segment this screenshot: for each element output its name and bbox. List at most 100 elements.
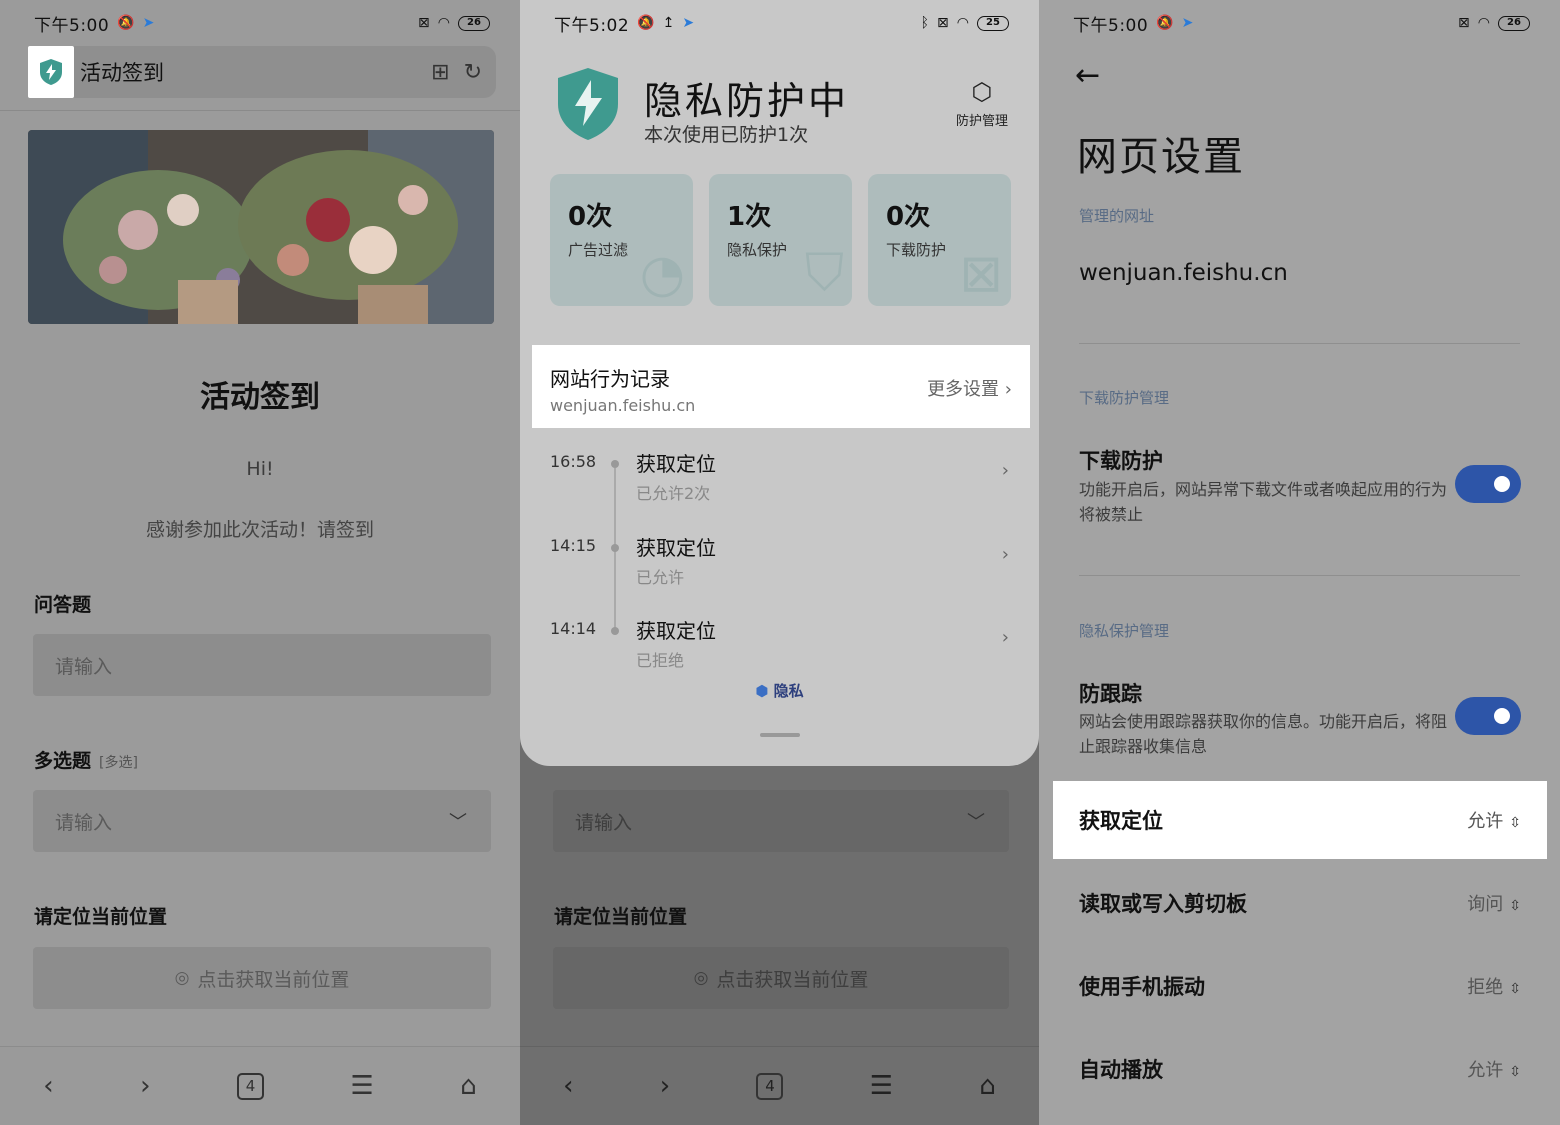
bg-get-location-button: ◎ 点击获取当前位置 bbox=[553, 947, 1009, 1009]
text-answer-input[interactable]: 请输入 bbox=[33, 634, 491, 696]
anti-tracking-desc: 网站会使用跟踪器获取你的信息。功能开启后，将阻止跟踪器收集信息 bbox=[1079, 712, 1448, 756]
bg-dropdown-placeholder: 请输入 bbox=[575, 811, 633, 834]
banner-image bbox=[28, 130, 494, 324]
web-settings-panel: 下午5:00 🔕 ➤ ⊠ ◠ 26 ← 网页设置 管理的网址 wenjuan.fe… bbox=[1039, 0, 1560, 1125]
bluetooth-icon: ᛒ bbox=[920, 15, 930, 31]
chevron-right-icon: › bbox=[1001, 627, 1009, 648]
record-row[interactable]: 16:58 获取定位 已允许2次 › bbox=[520, 448, 1039, 518]
record-name: 获取定位 bbox=[636, 536, 716, 560]
permission-row-autoplay[interactable]: 自动播放 允许 ⇳ bbox=[1053, 1030, 1547, 1108]
battery-icon: 26 bbox=[458, 15, 490, 31]
section-label-privacy: 隐私保护管理 bbox=[1079, 622, 1170, 640]
status-time: 下午5:00 bbox=[1073, 15, 1149, 36]
stat-card-download[interactable]: 0次 下载防护 ⊠ bbox=[868, 174, 1011, 306]
privacy-brand: ⬢ 隐私 bbox=[755, 682, 804, 700]
forward-icon[interactable]: › bbox=[140, 1071, 150, 1101]
stat-card-ads[interactable]: 0次 广告过滤 ◔ bbox=[550, 174, 693, 306]
settings-title: 网页设置 bbox=[1077, 134, 1245, 180]
browser-page-panel: 下午5:00 🔕 ➤ ⊠ ◠ 26 活动签到 ⊞ ↻ 活动签到 Hi! 感谢参加… bbox=[0, 0, 520, 1125]
permission-row-location[interactable]: 获取定位 允许 ⇳ bbox=[1053, 781, 1547, 859]
record-status: 已允许2次 bbox=[636, 484, 711, 503]
permission-name: 使用手机振动 bbox=[1079, 975, 1205, 999]
stat-card-privacy[interactable]: 1次 隐私保护 ⛉ bbox=[709, 174, 852, 306]
managed-domain: wenjuan.feishu.cn bbox=[1079, 260, 1288, 286]
permission-value: 允许 ⇳ bbox=[1467, 811, 1521, 832]
permission-value: 询问 ⇳ bbox=[1467, 894, 1521, 915]
record-row[interactable]: 14:15 获取定位 已允许 › bbox=[520, 532, 1039, 602]
status-time: 下午5:02 bbox=[554, 15, 630, 36]
stat-count: 1次 bbox=[727, 202, 772, 232]
chevron-right-icon: › bbox=[1001, 460, 1009, 481]
record-name: 获取定位 bbox=[636, 452, 716, 476]
location-pin-icon: ◎ bbox=[693, 968, 709, 988]
chevron-right-icon: › bbox=[1001, 544, 1009, 565]
menu-icon[interactable]: ☰ bbox=[350, 1071, 373, 1101]
menu-icon: ☰ bbox=[869, 1071, 894, 1101]
browser-bottom-bar: ‹ › 4 ☰ ⌂ bbox=[0, 1046, 520, 1125]
form-heading: 活动签到 bbox=[200, 380, 320, 415]
multiselect-dropdown[interactable]: 请输入 ﹀ bbox=[33, 790, 491, 852]
stat-count: 0次 bbox=[886, 202, 931, 232]
stat-count: 0次 bbox=[568, 202, 613, 232]
input-placeholder: 请输入 bbox=[55, 655, 113, 678]
anti-tracking-title: 防跟踪 bbox=[1079, 682, 1142, 706]
back-arrow-icon[interactable]: ← bbox=[1075, 58, 1100, 93]
home-icon: ⌂ bbox=[979, 1071, 996, 1101]
back-icon[interactable]: ‹ bbox=[43, 1071, 53, 1101]
record-row[interactable]: 14:14 获取定位 已拒绝 › bbox=[520, 615, 1039, 685]
wifi-icon: ◠ bbox=[437, 15, 450, 31]
thanks-text: 感谢参加此次活动！请签到 bbox=[145, 519, 374, 541]
location-arrow-icon: ➤ bbox=[142, 15, 155, 31]
privacy-shield-button[interactable] bbox=[28, 46, 74, 98]
location-pin-icon: ◎ bbox=[174, 968, 190, 988]
status-bar: 下午5:00 🔕 ➤ ⊠ ◠ 26 bbox=[1039, 0, 1560, 46]
record-time: 14:14 bbox=[550, 619, 597, 638]
section-label-url: 管理的网址 bbox=[1079, 207, 1155, 225]
download-protection-toggle[interactable] bbox=[1455, 465, 1521, 503]
permission-name: 读取或写入剪切板 bbox=[1079, 892, 1247, 916]
permission-value: 允许 ⇳ bbox=[1467, 1060, 1521, 1081]
sheet-drag-handle[interactable] bbox=[760, 733, 800, 737]
sim-icon: ⊠ bbox=[937, 15, 949, 31]
wifi-icon: ◠ bbox=[956, 15, 969, 31]
privacy-sheet: 下午5:02 🔕 ↥ ➤ ᛒ ⊠ ◠ 25 隐私防护中 本次使用已防护1次 ⬡ 防护管… bbox=[520, 0, 1039, 766]
battery-icon: 26 bbox=[1498, 15, 1530, 31]
bookmark-add-icon[interactable]: ⊞ bbox=[431, 60, 449, 85]
tabs-button: 4 bbox=[756, 1072, 784, 1100]
more-settings-link[interactable]: 更多设置 › bbox=[927, 375, 1012, 401]
multiselect-label: 多选题 [多选] bbox=[34, 750, 138, 772]
download-protection-title: 下载防护 bbox=[1079, 449, 1163, 473]
download-protection-desc: 功能开启后，网站异常下载文件或者唤起应用的行为将被禁止 bbox=[1079, 480, 1448, 524]
protection-subtitle: 本次使用已防护1次 bbox=[644, 124, 809, 146]
protection-manage-label: 防护管理 bbox=[955, 114, 1008, 129]
record-status: 已拒绝 bbox=[636, 651, 685, 670]
ad-filter-icon: ◔ bbox=[639, 244, 685, 304]
back-icon: ‹ bbox=[563, 1071, 574, 1101]
get-location-button[interactable]: ◎ 点击获取当前位置 bbox=[33, 947, 491, 1009]
sim-icon: ⊠ bbox=[418, 15, 430, 31]
tabs-button[interactable]: 4 bbox=[236, 1072, 264, 1100]
record-name: 获取定位 bbox=[636, 619, 716, 643]
multiselect-tag: [多选] bbox=[99, 755, 138, 771]
protection-title: 隐私防护中 bbox=[644, 79, 850, 123]
mute-icon: 🔕 bbox=[1156, 15, 1174, 31]
record-time: 14:15 bbox=[550, 536, 597, 555]
home-icon[interactable]: ⌂ bbox=[460, 1071, 477, 1101]
gear-icon: ⬡ bbox=[971, 78, 993, 106]
status-bar: 下午5:02 🔕 ↥ ➤ ᛒ ⊠ ◠ 25 bbox=[520, 0, 1039, 46]
download-block-icon: ⊠ bbox=[959, 244, 1003, 304]
dropdown-placeholder: 请输入 bbox=[55, 811, 113, 834]
protection-manage-button[interactable]: ⬡ 防护管理 bbox=[950, 78, 1014, 129]
upload-icon: ↥ bbox=[662, 15, 675, 31]
permission-row-clipboard[interactable]: 读取或写入剪切板 询问 ⇳ bbox=[1053, 864, 1547, 942]
anti-tracking-toggle[interactable] bbox=[1455, 697, 1521, 735]
page-title: 活动签到 bbox=[80, 61, 164, 85]
permission-row-vibration[interactable]: 使用手机振动 拒绝 ⇳ bbox=[1053, 947, 1547, 1025]
bg-location-label: 请定位当前位置 bbox=[554, 906, 688, 928]
record-status: 已允许 bbox=[636, 568, 685, 587]
address-bar[interactable]: 活动签到 ⊞ ↻ bbox=[28, 46, 496, 98]
refresh-icon[interactable]: ↻ bbox=[464, 60, 482, 85]
permission-name: 自动播放 bbox=[1079, 1058, 1163, 1082]
permission-value: 拒绝 ⇳ bbox=[1467, 977, 1521, 998]
sim-icon: ⊠ bbox=[1458, 15, 1470, 31]
